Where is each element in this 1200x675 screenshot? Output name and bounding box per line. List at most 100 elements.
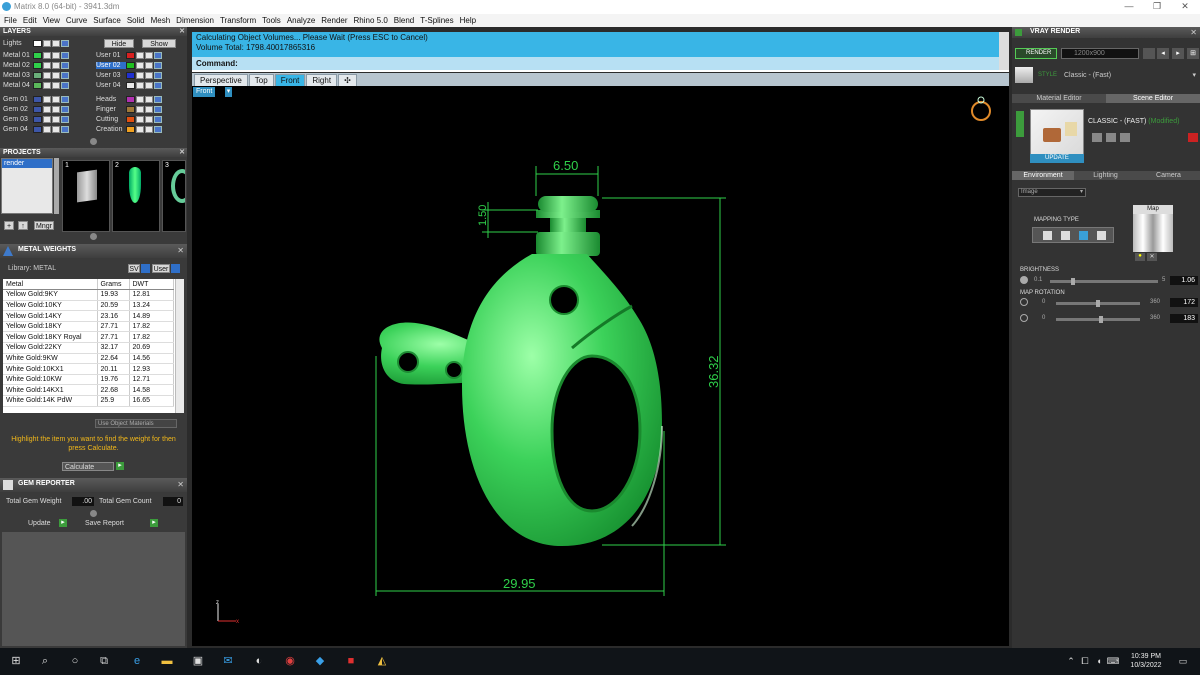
brightness-value[interactable]: 1.06 — [1170, 276, 1198, 285]
update-arrow-icon[interactable]: ▸ — [59, 519, 67, 527]
close-icon[interactable]: ✕ — [177, 246, 184, 255]
table-scrollbar[interactable] — [175, 279, 184, 413]
minimize-button[interactable]: — — [1122, 1, 1136, 11]
layer-name[interactable]: Gem 04 — [3, 126, 33, 133]
app-icon-9[interactable]: ◭ — [375, 654, 389, 668]
add-project-button[interactable]: + — [4, 221, 14, 230]
cortana-icon[interactable]: ○ — [68, 654, 82, 668]
layer-row[interactable]: User 04 — [96, 81, 162, 90]
layer-row[interactable]: Gem 02 — [3, 105, 69, 114]
rotation2-value[interactable]: 183 — [1170, 314, 1198, 323]
bulb-icon[interactable] — [145, 116, 153, 123]
bulb-icon[interactable] — [52, 72, 60, 79]
spherical-mapping-icon[interactable] — [1079, 231, 1088, 240]
layer-row[interactable]: Creation — [96, 125, 162, 134]
visible-checkbox[interactable] — [61, 106, 69, 113]
ring-icon[interactable] — [971, 96, 991, 121]
lock-icon[interactable] — [136, 62, 144, 69]
layer-name[interactable]: Metal 02 — [3, 62, 33, 69]
layer-name[interactable]: Cutting — [96, 116, 126, 123]
projects-list[interactable]: render — [1, 158, 53, 214]
project-item-render[interactable]: render — [2, 159, 52, 168]
layer-color-swatch[interactable] — [33, 62, 42, 69]
edge-icon[interactable]: e — [130, 654, 144, 668]
search-icon[interactable]: ⌕ — [38, 654, 52, 668]
command-input[interactable]: Command: — [192, 57, 999, 70]
collapse-handle-icon[interactable] — [90, 233, 97, 240]
bulb-icon[interactable] — [52, 52, 60, 59]
layer-color-swatch[interactable] — [126, 96, 135, 103]
chrome-icon[interactable]: ◉ — [283, 654, 297, 668]
bulb-icon[interactable] — [145, 126, 153, 133]
layer-row[interactable]: User 02 — [96, 61, 162, 70]
layer-row[interactable]: Metal 03 — [3, 71, 69, 80]
layer-row[interactable]: Metal 04 — [3, 81, 69, 90]
bulb-icon[interactable] — [52, 40, 60, 47]
layer-color-swatch[interactable] — [33, 72, 42, 79]
layer-color-swatch[interactable] — [126, 126, 135, 133]
visible-checkbox[interactable] — [61, 96, 69, 103]
layer-row[interactable]: User 03 — [96, 71, 162, 80]
visible-checkbox[interactable] — [154, 126, 162, 133]
next-icon[interactable]: ▸ — [1172, 48, 1184, 59]
store-icon[interactable]: ▣ — [191, 654, 205, 668]
lock-icon[interactable] — [43, 72, 51, 79]
task-view-icon[interactable]: ⧉ — [97, 654, 111, 668]
rotation2-slider-knob[interactable] — [1098, 316, 1103, 323]
bulb-icon[interactable] — [145, 82, 153, 89]
layer-color-swatch[interactable] — [126, 116, 135, 123]
lock-icon[interactable] — [136, 126, 144, 133]
library-toggle-icon[interactable] — [141, 264, 150, 273]
save-arrow-icon[interactable]: ▸ — [150, 519, 158, 527]
table-row[interactable]: Yellow Gold:18KY 27.71 17.82 — [3, 321, 174, 333]
brightness-slider-knob[interactable] — [1071, 278, 1076, 285]
bulb-icon[interactable] — [52, 106, 60, 113]
gem-update-button[interactable]: Update — [28, 520, 51, 527]
layer-color-swatch[interactable] — [126, 72, 135, 79]
show-button[interactable]: Show — [142, 39, 176, 48]
rotation1-slider[interactable] — [1056, 300, 1140, 307]
tab-scene-editor[interactable]: Scene Editor — [1106, 94, 1200, 103]
style-dropdown[interactable]: Classic - (Fast) ▾ — [1064, 70, 1198, 81]
visible-checkbox[interactable] — [154, 52, 162, 59]
layer-color-swatch[interactable] — [33, 106, 42, 113]
save-report-button[interactable]: Save Report — [85, 520, 124, 527]
calculate-button[interactable]: Calculate — [62, 462, 114, 471]
bulb-icon[interactable] — [145, 62, 153, 69]
table-row[interactable]: Yellow Gold:14KY 23.16 14.89 — [3, 310, 174, 322]
visible-checkbox[interactable] — [61, 52, 69, 59]
layer-row[interactable]: Cutting — [96, 115, 162, 124]
bulb-icon[interactable] — [52, 82, 60, 89]
collapse-handle-icon[interactable] — [90, 138, 97, 145]
layer-color-swatch[interactable] — [33, 126, 42, 133]
tab-right[interactable]: Right — [306, 74, 338, 86]
visible-checkbox[interactable] — [154, 96, 162, 103]
layer-color-swatch[interactable] — [33, 82, 42, 89]
layer-name[interactable]: Gem 02 — [3, 106, 33, 113]
menu-dimension[interactable]: Dimension — [176, 14, 214, 27]
bulb-icon[interactable] — [52, 62, 60, 69]
lock-icon[interactable] — [136, 72, 144, 79]
tray-chevron-icon[interactable]: ⌃ — [1064, 654, 1078, 668]
layer-color-swatch[interactable] — [33, 116, 42, 123]
volume-icon[interactable]: ◖ — [1092, 654, 1106, 668]
dome-mapping-icon[interactable] — [1097, 231, 1106, 240]
maximize-button[interactable]: ❐ — [1150, 1, 1164, 12]
menu-help[interactable]: Help — [460, 14, 476, 27]
tab-material-editor[interactable]: Material Editor — [1012, 94, 1106, 103]
scene-delete-icon[interactable] — [1188, 133, 1198, 142]
layer-name[interactable]: Finger — [96, 106, 126, 113]
visible-checkbox[interactable] — [61, 126, 69, 133]
layer-name[interactable]: Gem 01 — [3, 96, 33, 103]
lock-icon[interactable] — [136, 52, 144, 59]
layer-name[interactable]: Creation — [96, 126, 126, 133]
menu-analyze[interactable]: Analyze — [287, 14, 315, 27]
rotation1-value[interactable]: 172 — [1170, 298, 1198, 307]
menu-view[interactable]: View — [43, 14, 60, 27]
menu-solid[interactable]: Solid — [127, 14, 145, 27]
manager-button[interactable]: Mngr — [34, 221, 54, 230]
lock-icon[interactable] — [43, 52, 51, 59]
layer-color-swatch[interactable] — [126, 82, 135, 89]
add-viewport-tab[interactable]: ✣ — [338, 74, 357, 86]
column-header-metal[interactable]: Metal — [3, 279, 98, 291]
